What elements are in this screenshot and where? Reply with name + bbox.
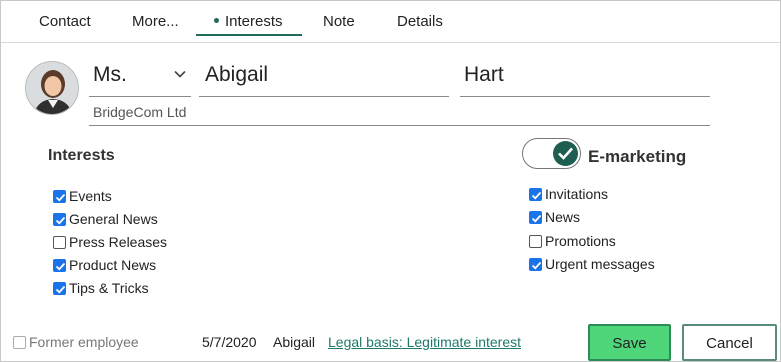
toggle-knob <box>553 141 578 166</box>
e-marketing-heading: E-marketing <box>588 147 687 166</box>
former-employee-label: Former employee <box>29 334 139 350</box>
interest-label: Events <box>69 188 112 204</box>
interest-product-news-checkbox[interactable]: Product News <box>53 257 156 275</box>
contact-dialog: Contact More... Interests Note Details M… <box>0 0 781 362</box>
interest-label: Press Releases <box>69 234 168 250</box>
emarketing-promotions-checkbox[interactable]: Promotions <box>529 233 616 251</box>
emarketing-label: Invitations <box>545 186 609 202</box>
interest-general-news-checkbox[interactable]: General News <box>53 211 158 229</box>
tab-more[interactable]: More... <box>132 13 179 30</box>
e-marketing-toggle[interactable] <box>522 138 581 169</box>
checkbox-checked-icon <box>53 281 66 295</box>
tab-contact[interactable]: Contact <box>39 13 91 30</box>
tab-interests[interactable]: Interests <box>214 13 283 30</box>
emarketing-label: Promotions <box>545 233 616 249</box>
emarketing-news-checkbox[interactable]: News <box>529 209 580 227</box>
save-button[interactable]: Save <box>588 324 671 361</box>
checkbox-unchecked-icon <box>13 335 26 349</box>
interests-heading: Interests <box>48 147 115 164</box>
interest-events-checkbox[interactable]: Events <box>53 188 112 206</box>
interest-label: General News <box>69 211 158 227</box>
tab-note[interactable]: Note <box>323 13 355 30</box>
active-tab-indicator <box>196 34 302 36</box>
checkbox-checked-icon <box>529 210 542 224</box>
checkbox-unchecked-icon <box>53 235 66 249</box>
first-name-field[interactable]: Abigail <box>199 63 449 97</box>
emarketing-invitations-checkbox[interactable]: Invitations <box>529 186 608 204</box>
checkbox-unchecked-icon <box>529 234 542 248</box>
salutation-select[interactable]: Ms. <box>89 63 191 97</box>
former-employee-checkbox[interactable]: Former employee <box>13 334 139 352</box>
interest-label: Product News <box>69 257 157 273</box>
company-field[interactable]: BridgeCom Ltd <box>89 104 710 126</box>
interest-label: Tips & Tricks <box>69 280 149 296</box>
checkbox-checked-icon <box>53 212 66 226</box>
checkbox-checked-icon <box>529 257 542 271</box>
updated-by-user: Abigail <box>273 334 316 350</box>
checkbox-checked-icon <box>529 187 542 201</box>
interest-tips-tricks-checkbox[interactable]: Tips & Tricks <box>53 280 149 298</box>
salutation-value: Ms. <box>93 63 127 86</box>
legal-basis-link[interactable]: Legal basis: Legitimate interest <box>328 334 521 350</box>
last-name-field[interactable]: Hart <box>460 63 710 97</box>
emarketing-urgent-checkbox[interactable]: Urgent messages <box>529 256 655 274</box>
interest-press-releases-checkbox[interactable]: Press Releases <box>53 234 167 252</box>
updated-date: 5/7/2020 <box>202 334 257 350</box>
tab-bar: Contact More... Interests Note Details <box>1 1 780 43</box>
checkbox-checked-icon <box>53 258 66 272</box>
active-dot-icon <box>214 17 219 23</box>
cancel-button[interactable]: Cancel <box>682 324 777 361</box>
tab-details[interactable]: Details <box>397 13 443 30</box>
emarketing-label: News <box>545 209 581 225</box>
check-icon <box>558 147 573 160</box>
chevron-down-icon <box>173 67 187 86</box>
tab-interests-label: Interests <box>225 13 283 30</box>
checkbox-checked-icon <box>53 189 66 203</box>
avatar[interactable] <box>25 61 79 115</box>
emarketing-label: Urgent messages <box>545 256 655 272</box>
